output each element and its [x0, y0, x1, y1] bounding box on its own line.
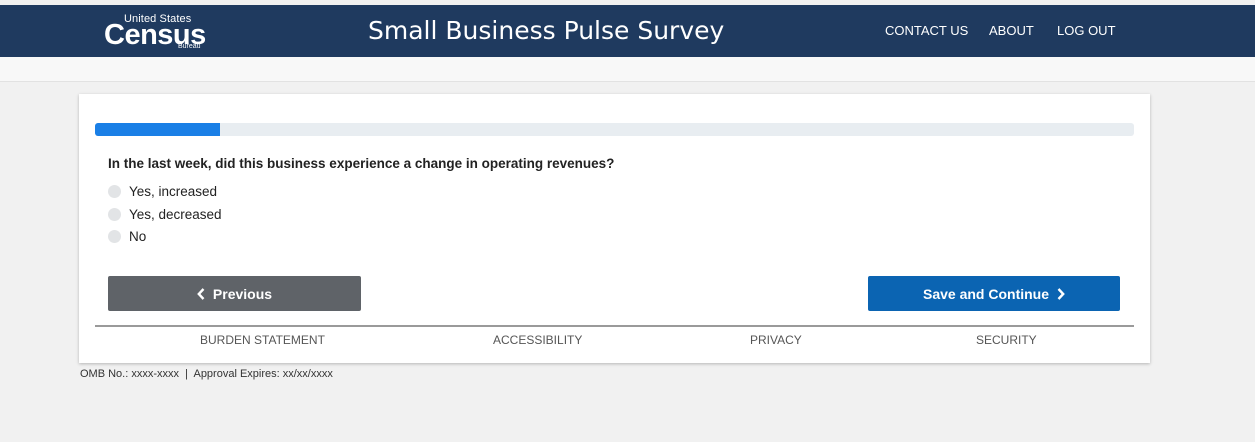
footer-link-security[interactable]: SECURITY [976, 333, 1037, 347]
nav-contact-us[interactable]: CONTACT US [885, 24, 968, 38]
progress-bar [95, 123, 1134, 136]
footer-link-accessibility[interactable]: ACCESSIBILITY [493, 333, 582, 347]
footer-divider [95, 325, 1134, 327]
progress-fill [95, 123, 220, 136]
footer-link-privacy[interactable]: PRIVACY [750, 333, 802, 347]
previous-label: Previous [212, 285, 273, 302]
option-label: No [129, 228, 147, 244]
omb-notice: OMB No.: xxxx-xxxx | Approval Expires: x… [80, 368, 333, 380]
radio-button[interactable] [108, 229, 121, 243]
site-title: Small Business Pulse Survey [368, 16, 725, 45]
save-and-continue-label: Save and Continue [922, 285, 1050, 302]
radio-button[interactable] [108, 207, 121, 221]
option-label: Yes, increased [129, 183, 218, 199]
survey-card: In the last week, did this business expe… [79, 94, 1150, 363]
option-yes-increased[interactable]: Yes, increased [108, 182, 217, 200]
chevron-left-icon [197, 287, 205, 300]
logo-line-bureau: Bureau [178, 43, 201, 50]
save-and-continue-button[interactable]: Save and Continue [868, 276, 1120, 311]
footer-link-burden-statement[interactable]: BURDEN STATEMENT [200, 333, 325, 347]
option-yes-decreased[interactable]: Yes, decreased [108, 205, 222, 223]
header-underband [0, 57, 1255, 82]
nav-log-out[interactable]: LOG OUT [1057, 24, 1116, 38]
nav-about[interactable]: ABOUT [989, 24, 1034, 38]
option-label: Yes, decreased [129, 206, 222, 222]
radio-button[interactable] [108, 184, 121, 198]
question-text: In the last week, did this business expe… [108, 156, 615, 171]
option-no[interactable]: No [108, 227, 146, 245]
previous-button[interactable]: Previous [108, 276, 361, 311]
chevron-right-icon [1057, 287, 1065, 300]
header-bar: United States Census Bureau Small Busine… [0, 5, 1255, 57]
census-logo[interactable]: United States Census Bureau [104, 13, 206, 51]
